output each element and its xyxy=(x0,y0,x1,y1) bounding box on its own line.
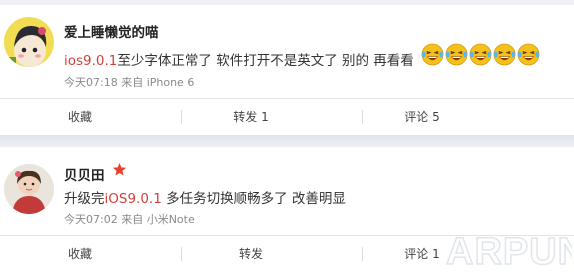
watermark-text: ARPUN xyxy=(446,231,572,273)
post-card: 爱上睡懒觉的喵 ios9.0.1至少字体正常了 软件打开不是英文了 别的 再看看… xyxy=(0,5,574,135)
user-name[interactable]: 贝贝田 xyxy=(64,164,105,184)
laughing-tears-emoji xyxy=(421,43,444,66)
favorite-button[interactable]: 收藏 xyxy=(20,236,140,272)
laughing-tears-emoji xyxy=(517,43,540,66)
repost-button[interactable]: 转发 xyxy=(191,236,311,272)
divider xyxy=(181,110,182,124)
avatar[interactable] xyxy=(4,17,54,67)
post-content: 升级完iOS9.0.1 多任务切换顺畅多了 改善明显 xyxy=(64,187,346,207)
comment-button[interactable]: 评论 5 xyxy=(362,99,482,135)
post-content-text: 至少字体正常了 软件打开不是英文了 别的 再看看 xyxy=(117,53,414,69)
star-icon xyxy=(112,162,127,176)
post-content-text: 多任务切换顺畅多了 改善明显 xyxy=(161,191,346,207)
post-content-highlight[interactable]: iOS9.0.1 xyxy=(105,191,162,207)
post-content-highlight[interactable]: ios9.0.1 xyxy=(64,53,117,69)
avatar[interactable] xyxy=(4,164,54,214)
favorite-button[interactable]: 收藏 xyxy=(20,99,140,135)
post-content-prefix: 升级完 xyxy=(64,191,105,207)
user-name[interactable]: 爱上睡懒觉的喵 xyxy=(64,21,159,41)
repost-button[interactable]: 转发 1 xyxy=(191,99,311,135)
post-meta: 今天07:18 来自 iPhone 6 xyxy=(64,76,195,89)
arpun-watermark: ARPUN xyxy=(445,230,572,274)
laughing-tears-emoji xyxy=(469,43,492,66)
card-separator xyxy=(0,135,574,147)
laughing-tears-emoji xyxy=(445,43,468,66)
laughing-tears-emoji xyxy=(493,43,516,66)
post-content: ios9.0.1至少字体正常了 软件打开不是英文了 别的 再看看 xyxy=(64,49,414,69)
emoji-group xyxy=(421,43,540,67)
action-bar: 收藏 转发 1 评论 5 xyxy=(0,98,574,135)
divider xyxy=(181,247,182,261)
post-meta: 今天07:02 来自 小米Note xyxy=(64,213,195,226)
